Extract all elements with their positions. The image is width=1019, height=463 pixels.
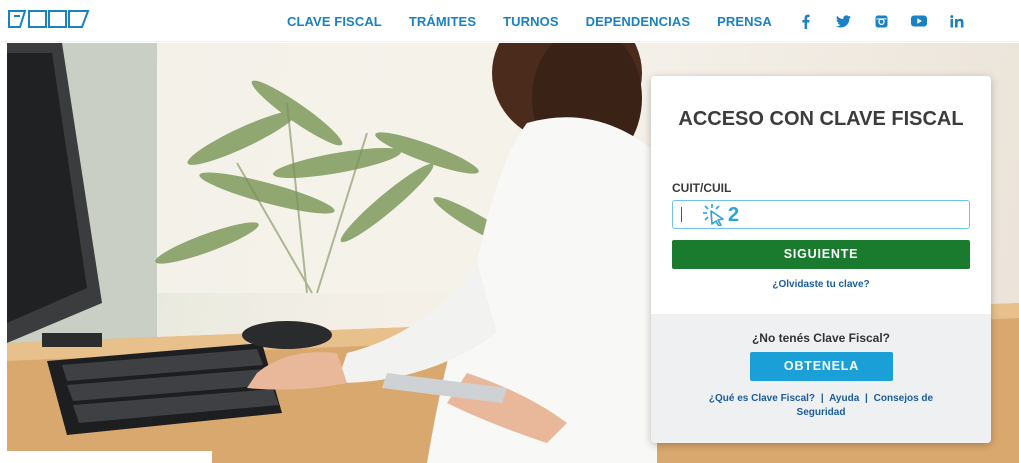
nav-item-turnos[interactable]: TURNOS <box>503 14 559 29</box>
text-caret <box>681 207 682 222</box>
obtenela-button[interactable]: OBTENELA <box>750 352 893 381</box>
instagram-icon[interactable] <box>873 13 889 29</box>
no-clave-text: ¿No tenés Clave Fiscal? <box>751 331 891 345</box>
pointer-cursor-icon <box>703 204 724 226</box>
youtube-icon[interactable] <box>911 13 927 29</box>
cuit-input[interactable]: 2 <box>672 200 970 229</box>
forgot-password-link[interactable]: ¿Olvidaste tu clave? <box>651 279 991 290</box>
what-is-clave-link[interactable]: ¿Qué es Clave Fiscal? <box>709 393 815 404</box>
register-section: ¿No tenés Clave Fiscal? OBTENELA ¿Qué es… <box>651 314 991 443</box>
social-links <box>797 0 987 42</box>
help-links: ¿Qué es Clave Fiscal? | Ayuda | Consejos… <box>691 392 951 420</box>
nav-item-dependencias[interactable]: DEPENDENCIAS <box>586 14 691 29</box>
linkedin-icon[interactable] <box>949 13 965 29</box>
main-nav: CLAVE FISCAL TRÁMITES TURNOS DEPENDENCIA… <box>287 0 799 42</box>
nav-item-tramites[interactable]: TRÁMITES <box>409 14 476 29</box>
nav-item-prensa[interactable]: PRENSA <box>717 14 772 29</box>
nav-item-clave-fiscal[interactable]: CLAVE FISCAL <box>287 14 382 29</box>
login-card: ACCESO CON CLAVE FISCAL CUIT/CUIL 2 SIGU… <box>651 76 991 443</box>
cuit-field-label: CUIT/CUIL <box>672 181 732 195</box>
siguiente-button[interactable]: SIGUIENTE <box>672 240 970 269</box>
login-title: ACCESO CON CLAVE FISCAL <box>678 108 964 130</box>
afip-logo[interactable] <box>8 9 90 29</box>
bottom-strip <box>7 451 212 463</box>
site-header: CLAVE FISCAL TRÁMITES TURNOS DEPENDENCIA… <box>0 0 1019 42</box>
link-separator: | <box>865 393 868 404</box>
link-separator: | <box>820 393 824 404</box>
facebook-icon[interactable] <box>797 13 813 29</box>
help-link[interactable]: Ayuda <box>829 393 859 404</box>
click-step-number: 2 <box>728 203 740 226</box>
twitter-icon[interactable] <box>835 13 851 29</box>
click-annotation: 2 <box>703 203 740 226</box>
